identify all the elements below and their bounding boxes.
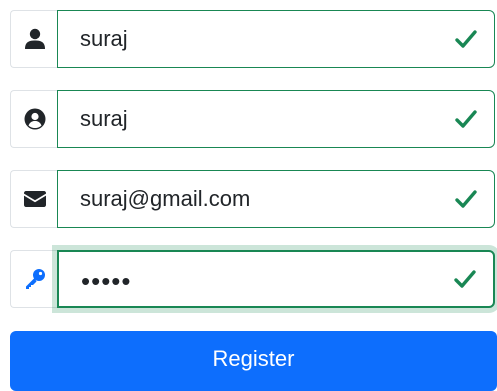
email-addon <box>10 170 58 228</box>
password-row: ••••• <box>0 250 497 308</box>
key-icon <box>25 269 45 289</box>
user-circle-icon <box>24 108 45 130</box>
username-row: suraj <box>0 10 497 68</box>
name-row: suraj <box>0 90 497 148</box>
envelope-icon <box>23 191 46 207</box>
username-addon <box>10 10 58 68</box>
email-row: suraj@gmail.com <box>0 170 497 228</box>
register-button[interactable]: Register <box>10 331 497 391</box>
name-value: suraj <box>80 106 128 131</box>
name-input[interactable]: suraj <box>57 90 495 148</box>
check-icon <box>455 190 477 208</box>
password-value: ••••• <box>81 265 132 296</box>
username-input[interactable]: suraj <box>57 10 495 68</box>
password-input[interactable]: ••••• <box>57 250 495 308</box>
email-input[interactable]: suraj@gmail.com <box>57 170 495 228</box>
check-icon <box>455 30 477 48</box>
name-addon <box>10 90 58 148</box>
email-value: suraj@gmail.com <box>80 186 251 211</box>
user-icon <box>24 28 45 49</box>
username-value: suraj <box>80 26 128 51</box>
password-addon <box>10 250 58 308</box>
check-icon <box>454 270 476 288</box>
check-icon <box>455 110 477 128</box>
